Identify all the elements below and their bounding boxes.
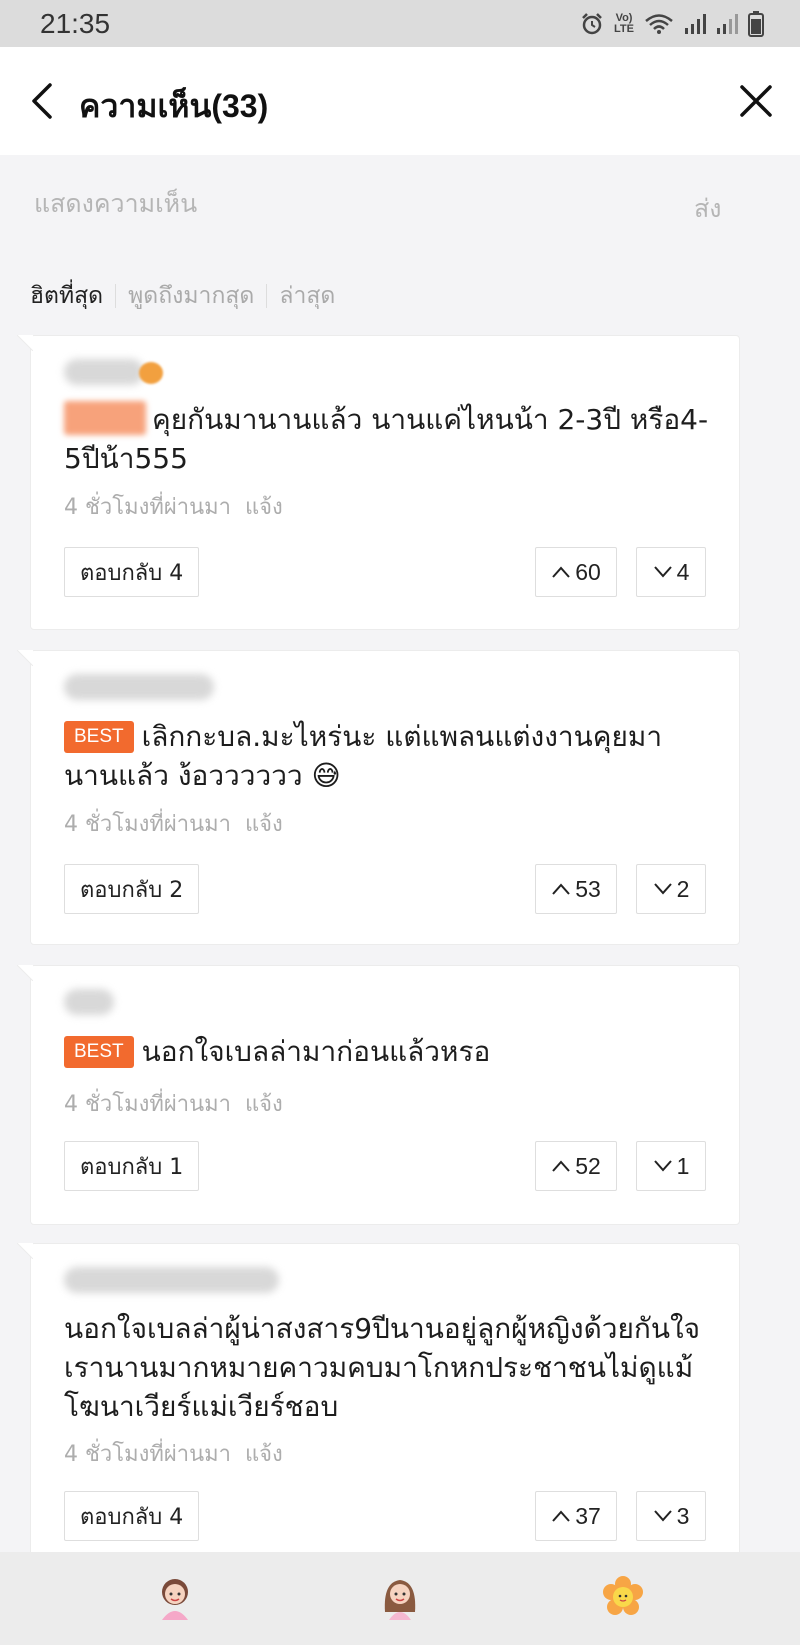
report-link[interactable]: แจ้ง [245, 1442, 283, 1467]
page-title: ความเห็น(33) [79, 88, 269, 124]
downvote-button[interactable]: 4 [636, 547, 706, 597]
header: ความเห็น(33) [0, 47, 800, 155]
sticker-bar [0, 1552, 800, 1645]
comment-body: นอกใจเบลล่ามาก่อนแล้วหรอ [141, 1035, 491, 1068]
comment-card: นอกใจเบลล่าผู้น่าสงสาร9ปีนานอยู่ลูกผู้หญ… [17, 1243, 740, 1568]
reply-button[interactable]: ตอบกลับ 4 [64, 1491, 200, 1541]
downvote-count: 1 [676, 1152, 690, 1179]
comment-time: 4 ชั่วโมงที่ผ่านมา [64, 1092, 231, 1117]
report-link[interactable]: แจ้ง [245, 812, 283, 837]
girl-long-hair-sticker-icon[interactable] [375, 1572, 425, 1622]
upvote-button[interactable]: 60 [535, 547, 617, 597]
comment-meta: 4 ชั่วโมงที่ผ่านมา แจ้ง [64, 1086, 283, 1121]
status-icons: Vo) LTE [580, 10, 764, 37]
tab-most-discussed[interactable]: พูดถึงมากสุด [128, 278, 254, 314]
upvote-button[interactable]: 53 [535, 864, 617, 914]
wifi-icon [645, 13, 673, 34]
comment-input[interactable] [34, 181, 634, 225]
chevron-up-icon [552, 566, 570, 578]
report-link[interactable]: แจ้ง [245, 495, 283, 520]
comment-time: 4 ชั่วโมงที่ผ่านมา [64, 1442, 231, 1467]
card-notch [17, 965, 33, 981]
sort-tabs: ฮิตที่สุด พูดถึงมากสุด ล่าสุด [30, 278, 335, 314]
volte-label: Vo) [615, 11, 633, 24]
comment-card: BEST นอกใจเบลล่ามาก่อนแล้วหรอ 4 ชั่วโมงที… [17, 965, 740, 1225]
tab-divider [266, 284, 268, 308]
card-notch [17, 650, 33, 666]
upvote-count: 53 [575, 875, 601, 902]
chevron-down-icon [653, 1510, 672, 1522]
card-notch [17, 1243, 33, 1259]
reply-button[interactable]: ตอบกลับ 2 [64, 864, 200, 914]
signal-icon [685, 13, 706, 34]
downvote-button[interactable]: 3 [636, 1491, 706, 1541]
chevron-down-icon [653, 566, 672, 578]
chevron-up-icon [552, 1160, 570, 1172]
comment-body: คุยกันมานานแล้ว นานแค่ไหนน้า 2-3ปี หรือ4… [64, 403, 709, 475]
girl-sticker-icon[interactable] [150, 1572, 200, 1622]
signal-icon-2 [717, 13, 738, 34]
chevron-up-icon [552, 883, 570, 895]
comment-meta: 4 ชั่วโมงที่ผ่านมา แจ้ง [64, 1436, 283, 1471]
best-badge: BEST [64, 1036, 134, 1068]
avatar-username-blurred [64, 674, 214, 700]
avatar-username-blurred [64, 1267, 279, 1293]
upvote-button[interactable]: 52 [535, 1141, 617, 1191]
flower-sticker-icon[interactable] [598, 1572, 648, 1622]
downvote-count: 3 [676, 1502, 690, 1529]
comment-meta: 4 ชั่วโมงที่ผ่านมา แจ้ง [64, 806, 283, 841]
battery-icon [748, 10, 764, 37]
status-time: 21:35 [40, 7, 111, 39]
send-button[interactable]: ส่ง [694, 189, 721, 229]
downvote-count: 4 [676, 558, 690, 585]
alarm-icon [582, 12, 602, 34]
chevron-down-icon [653, 883, 672, 895]
comment-card: คุยกันมานานแล้ว นานแค่ไหนน้า 2-3ปี หรือ4… [17, 335, 740, 630]
avatar-username-blurred [64, 989, 114, 1015]
upvote-count: 52 [575, 1152, 601, 1179]
emoji-sticker [139, 362, 163, 384]
downvote-button[interactable]: 2 [636, 864, 706, 914]
downvote-count: 2 [676, 875, 690, 902]
chevron-up-icon [552, 1510, 570, 1522]
chevron-left-icon[interactable] [26, 81, 60, 121]
comment-badge-blurred [64, 401, 146, 435]
comment-body: เลิกกะบล.มะไหร่นะ แต่แพลนแต่งงานคุยมานาน… [64, 720, 663, 792]
comment-time: 4 ชั่วโมงที่ผ่านมา [64, 812, 231, 837]
avatar-username-blurred [64, 359, 144, 385]
comment-input-row: ส่ง [0, 155, 800, 250]
upvote-button[interactable]: 37 [535, 1491, 617, 1541]
lte-label: LTE [614, 22, 634, 35]
upvote-count: 60 [575, 558, 601, 585]
comment-text: คุยกันมานานแล้ว นานแค่ไหนน้า 2-3ปี หรือ4… [64, 400, 714, 478]
tab-hottest[interactable]: ฮิตที่สุด [30, 278, 103, 314]
report-link[interactable]: แจ้ง [245, 1092, 283, 1117]
comment-meta: 4 ชั่วโมงที่ผ่านมา แจ้ง [64, 489, 283, 524]
card-notch [17, 335, 33, 351]
downvote-button[interactable]: 1 [636, 1141, 706, 1191]
comment-text: นอกใจเบลล่าผู้น่าสงสาร9ปีนานอยู่ลูกผู้หญ… [64, 1309, 714, 1426]
status-bar: 21:35 Vo) LTE [0, 0, 800, 47]
comment-time: 4 ชั่วโมงที่ผ่านมา [64, 495, 231, 520]
volte-icon: Vo) LTE [614, 11, 634, 35]
tab-divider [115, 284, 117, 308]
close-icon[interactable] [736, 81, 776, 121]
upvote-count: 37 [575, 1502, 601, 1529]
comment-card: BEST เลิกกะบล.มะไหร่นะ แต่แพลนแต่งงานคุยม… [17, 650, 740, 945]
comment-text: BEST นอกใจเบลล่ามาก่อนแล้วหรอ [64, 1032, 714, 1071]
comment-text: BEST เลิกกะบล.มะไหร่นะ แต่แพลนแต่งงานคุยม… [64, 717, 714, 795]
comment-body: นอกใจเบลล่าผู้น่าสงสาร9ปีนานอยู่ลูกผู้หญ… [64, 1312, 701, 1423]
tab-latest[interactable]: ล่าสุด [279, 278, 335, 314]
best-badge: BEST [64, 721, 134, 753]
reply-button[interactable]: ตอบกลับ 4 [64, 547, 200, 597]
reply-button[interactable]: ตอบกลับ 1 [64, 1141, 200, 1191]
chevron-down-icon [653, 1160, 672, 1172]
